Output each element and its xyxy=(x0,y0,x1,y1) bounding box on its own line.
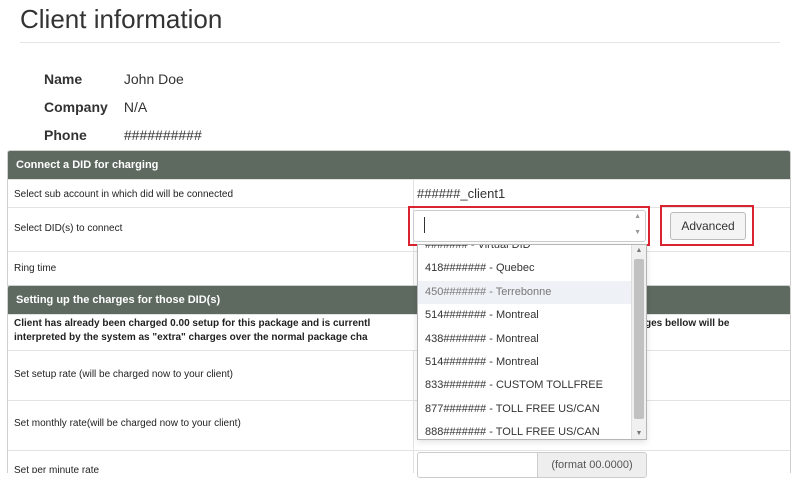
charges-notice: Client has already been charged 0.00 set… xyxy=(8,314,790,351)
did-option[interactable]: 438####### - Montreal xyxy=(418,328,631,351)
phone-value: ########## xyxy=(123,127,202,143)
sub-account-value: ######_client1 xyxy=(417,186,506,201)
did-option[interactable]: 514####### - Montreal xyxy=(418,304,631,327)
did-option[interactable]: 888####### - TOLL FREE US/CAN xyxy=(418,421,631,439)
did-option[interactable]: ####### - Virtual DID xyxy=(418,245,631,257)
charges-heading: Setting up the charges for those DID(s) xyxy=(8,286,790,314)
did-option[interactable]: 450####### - Terrebonne xyxy=(418,280,631,305)
page-title: Client information xyxy=(20,4,223,34)
monthly-rate-label: Set monthly rate(will be charged now to … xyxy=(14,418,241,429)
notice-line-1-end: ges bellow will be xyxy=(645,318,730,329)
scroll-up-icon[interactable]: ▲ xyxy=(632,247,646,254)
did-option[interactable]: 877####### - TOLL FREE US/CAN xyxy=(418,398,631,421)
did-dropdown[interactable]: ####### - Virtual DID 418####### - Quebec… xyxy=(417,244,647,440)
per-minute-row: Set per minute rate xyxy=(8,450,790,473)
scroll-down-icon[interactable]: ▼ xyxy=(632,430,646,437)
charges-panel: Setting up the charges for those DID(s) … xyxy=(7,285,791,473)
client-company-row: Company N/A xyxy=(44,98,147,116)
did-option[interactable]: 514####### - Montreal xyxy=(418,351,631,374)
company-value: N/A xyxy=(123,99,148,115)
sub-account-row: Select sub account in which did will be … xyxy=(8,179,790,208)
client-name-row: Name John Doe xyxy=(44,70,184,88)
name-label: Name xyxy=(44,71,83,87)
connect-did-heading: Connect a DID for charging xyxy=(8,151,790,179)
client-phone-row: Phone ########## xyxy=(44,126,202,144)
dropdown-scrollbar[interactable]: ▲ ▼ xyxy=(631,245,646,439)
per-minute-input[interactable]: (format 00.0000) xyxy=(417,452,647,478)
notice-line-2: interpreted by the system as "extra" cha… xyxy=(14,332,368,343)
monthly-rate-row: Set monthly rate(will be charged now to … xyxy=(8,400,790,451)
did-option[interactable]: 833####### - CUSTOM TOLLFREE xyxy=(418,374,631,397)
did-options-list: ####### - Virtual DID 418####### - Quebec… xyxy=(418,245,631,439)
title-divider xyxy=(20,42,780,43)
phone-label: Phone xyxy=(44,127,87,143)
company-label: Company xyxy=(44,99,108,115)
ring-time-row: Ring time xyxy=(8,251,790,285)
setup-rate-row: Set setup rate (will be charged now to y… xyxy=(8,350,790,401)
advanced-button-highlight xyxy=(660,205,754,246)
notice-line-1: Client has already been charged 0.00 set… xyxy=(14,318,371,329)
setup-rate-label: Set setup rate (will be charged now to y… xyxy=(14,369,233,380)
name-value: John Doe xyxy=(123,71,184,87)
select-did-label: Select DID(s) to connect xyxy=(14,223,123,234)
sub-account-label: Select sub account in which did will be … xyxy=(14,189,234,200)
scroll-thumb[interactable] xyxy=(634,259,644,419)
did-input-highlight xyxy=(408,206,650,246)
did-option[interactable]: 418####### - Quebec xyxy=(418,257,631,280)
ring-time-label: Ring time xyxy=(14,263,57,274)
format-hint: (format 00.0000) xyxy=(537,453,646,477)
